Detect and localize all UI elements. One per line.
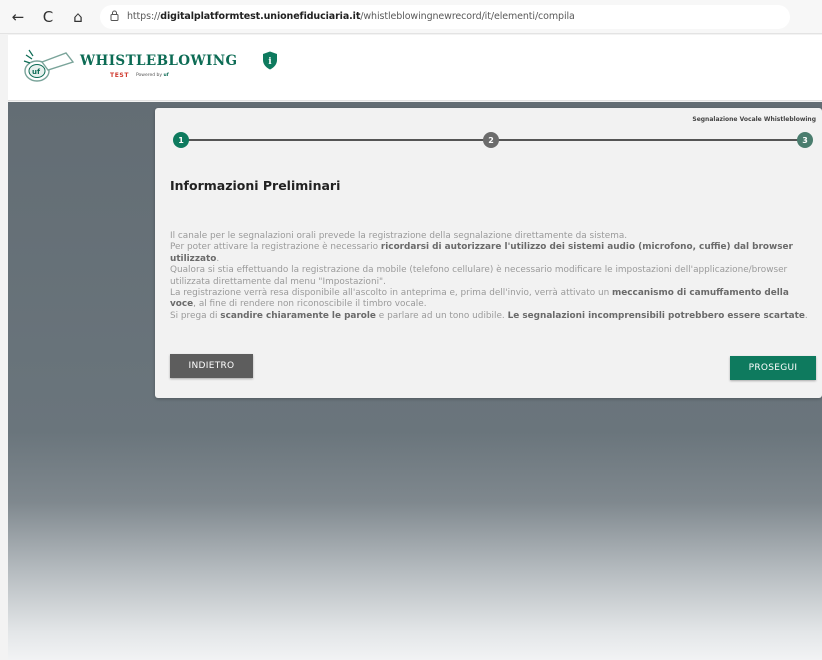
- svg-text:uf: uf: [32, 68, 41, 76]
- svg-text:i: i: [268, 57, 272, 67]
- reload-icon[interactable]: C: [36, 5, 60, 29]
- browser-toolbar: ← C ⌂ https://digitalplatformtest.unione…: [0, 0, 822, 34]
- url-path: /whistleblowingnewrecord/it/elementi/com…: [360, 11, 575, 22]
- stepper: 1 2 3: [173, 132, 813, 148]
- site-header: uf WHISTLEBLOWING TEST Powered by uf i: [8, 35, 822, 101]
- home-icon[interactable]: ⌂: [66, 5, 90, 29]
- shield-icon[interactable]: i: [262, 51, 278, 70]
- brand-test-label: TEST: [110, 72, 130, 79]
- wizard-card: Segnalazione Vocale Whistleblowing 1 2 3…: [155, 108, 822, 398]
- back-button[interactable]: INDIETRO: [170, 354, 253, 378]
- info-text: Il canale per le segnalazioni orali prev…: [170, 231, 815, 322]
- brand-title: WHISTLEBLOWING: [80, 53, 238, 69]
- whistleblowing-logo[interactable]: uf WHISTLEBLOWING TEST Powered by uf: [18, 43, 237, 89]
- address-bar[interactable]: https://digitalplatformtest.unionefiduci…: [100, 4, 790, 29]
- url-domain: digitalplatformtest.unionefiduciaria.it: [160, 11, 361, 22]
- page-title: Informazioni Preliminari: [170, 178, 341, 193]
- info-paragraph-2: Per poter attivare la registrazione è ne…: [170, 242, 793, 264]
- wizard-caption: Segnalazione Vocale Whistleblowing: [692, 116, 816, 123]
- url-prefix: https://: [127, 11, 161, 22]
- info-paragraph-4: La registrazione verrà resa disponibile …: [170, 288, 789, 310]
- lock-icon: [110, 10, 119, 24]
- continue-button[interactable]: PROSEGUI: [730, 356, 816, 380]
- powered-by-label: Powered by uf: [136, 73, 169, 78]
- step-3[interactable]: 3: [797, 132, 813, 148]
- back-arrow-icon[interactable]: ←: [6, 5, 30, 29]
- info-paragraph-5: Si prega di scandire chiaramente le paro…: [170, 310, 808, 321]
- info-paragraph-1: Il canale per le segnalazioni orali prev…: [170, 231, 628, 241]
- whistle-logo-icon: uf: [23, 49, 75, 82]
- step-2[interactable]: 2: [483, 132, 499, 148]
- step-1[interactable]: 1: [173, 132, 189, 148]
- info-paragraph-3: Qualora si stia effettuando la registraz…: [170, 265, 788, 287]
